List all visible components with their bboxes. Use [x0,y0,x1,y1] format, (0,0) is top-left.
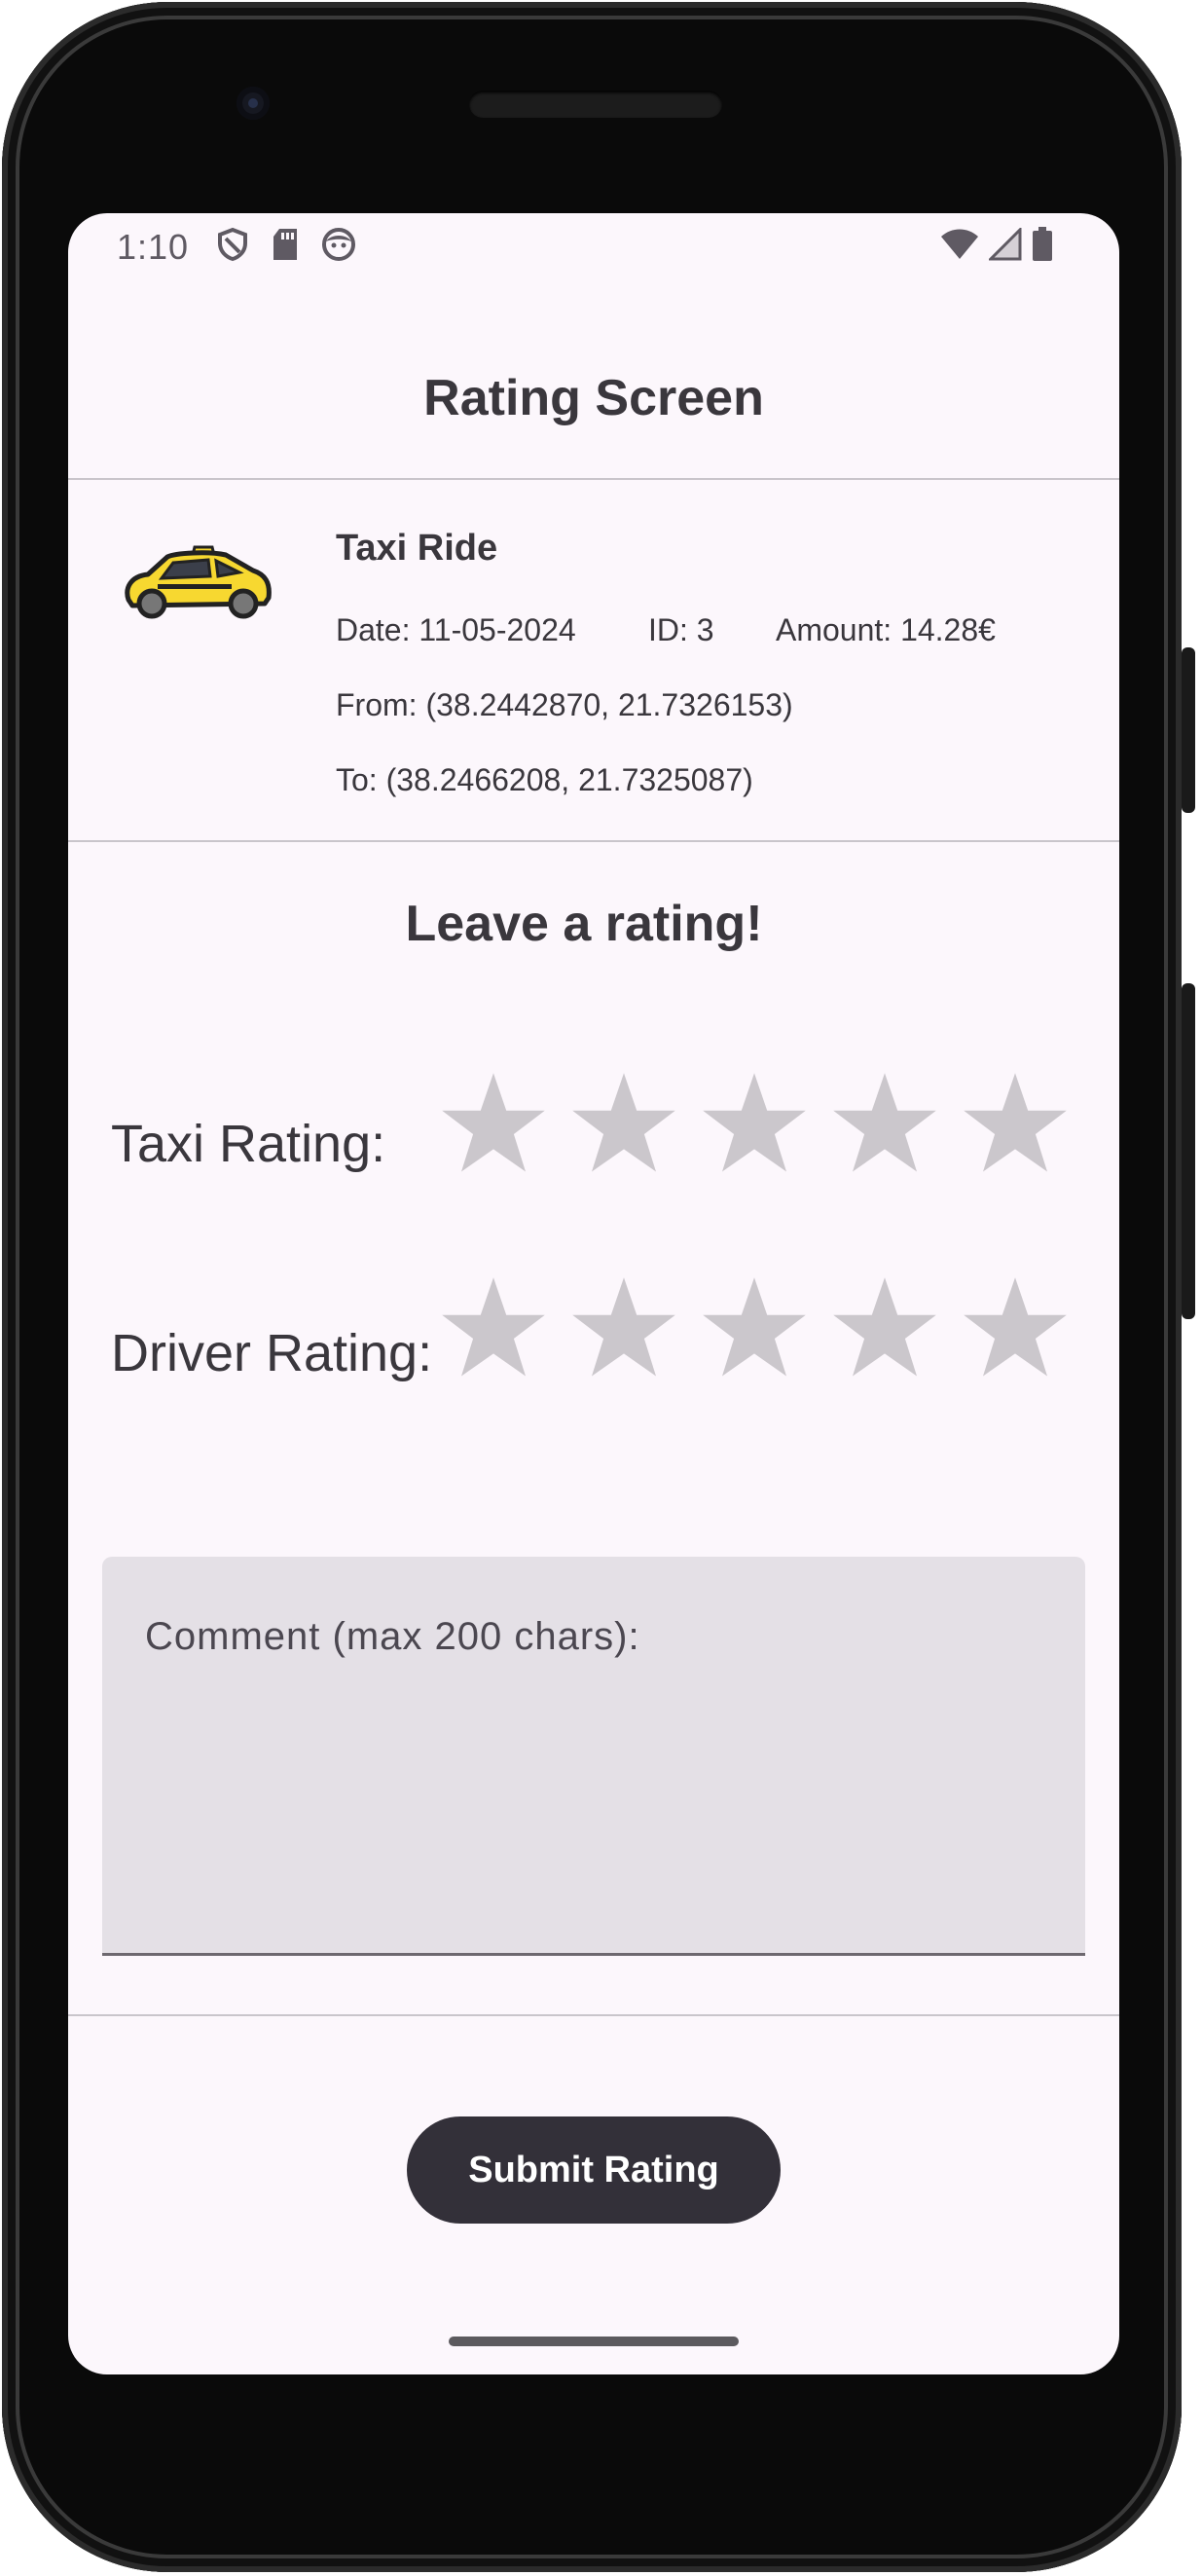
power-button [1182,983,1195,1319]
shield-icon [216,227,249,262]
home-indicator[interactable] [449,2337,739,2346]
app-screen: 1:10 Rating Screen Taxi Ride Date: 11-05… [68,213,1119,2374]
status-icons-left [216,227,356,262]
star-icon[interactable] [831,1070,938,1177]
status-time: 1:10 [117,227,190,267]
earpiece-speaker [469,91,722,118]
status-icons-right [940,227,1053,262]
comment-field[interactable]: Comment (max 200 chars): [102,1557,1085,1956]
status-bar: 1:10 [68,213,1119,281]
star-icon[interactable] [440,1274,547,1381]
taxi-rating-stars[interactable] [440,1070,1069,1177]
battery-icon [1032,227,1053,262]
ride-from: From: (38.2442870, 21.7326153) [336,687,793,722]
footer-divider [68,2014,1119,2016]
front-camera [237,87,270,120]
star-icon[interactable] [962,1274,1069,1381]
face-icon [321,227,356,262]
header-divider [68,478,1119,480]
taxi-rating-label: Taxi Rating: [111,1115,386,1173]
page-title: Rating Screen [423,370,764,426]
ride-date: Date: 11-05-2024 [336,612,576,647]
star-icon[interactable] [831,1274,938,1381]
submit-rating-button[interactable]: Submit Rating [407,2116,781,2224]
ride-id: ID: 3 [648,612,714,647]
star-icon[interactable] [962,1070,1069,1177]
taxi-car-icon [119,541,274,623]
ride-to: To: (38.2466208, 21.7325087) [336,762,753,797]
driver-rating-stars[interactable] [440,1274,1069,1381]
volume-button [1182,647,1195,813]
cell-signal-icon [989,228,1022,261]
ride-summary-card: Taxi Ride Date: 11-05-2024 ID: 3 Amount:… [68,481,1119,822]
comment-placeholder: Comment (max 200 chars): [145,1615,640,1658]
star-icon[interactable] [440,1070,547,1177]
star-icon[interactable] [570,1274,677,1381]
star-icon[interactable] [570,1070,677,1177]
star-icon[interactable] [701,1070,808,1177]
rating-heading: Leave a rating! [405,896,763,952]
card-divider [68,840,1119,842]
star-icon[interactable] [701,1274,808,1381]
sd-card-icon [271,227,300,262]
wifi-icon [940,228,979,261]
ride-title: Taxi Ride [336,528,498,569]
ride-amount: Amount: 14.28€ [776,612,996,647]
driver-rating-label: Driver Rating: [111,1324,433,1382]
